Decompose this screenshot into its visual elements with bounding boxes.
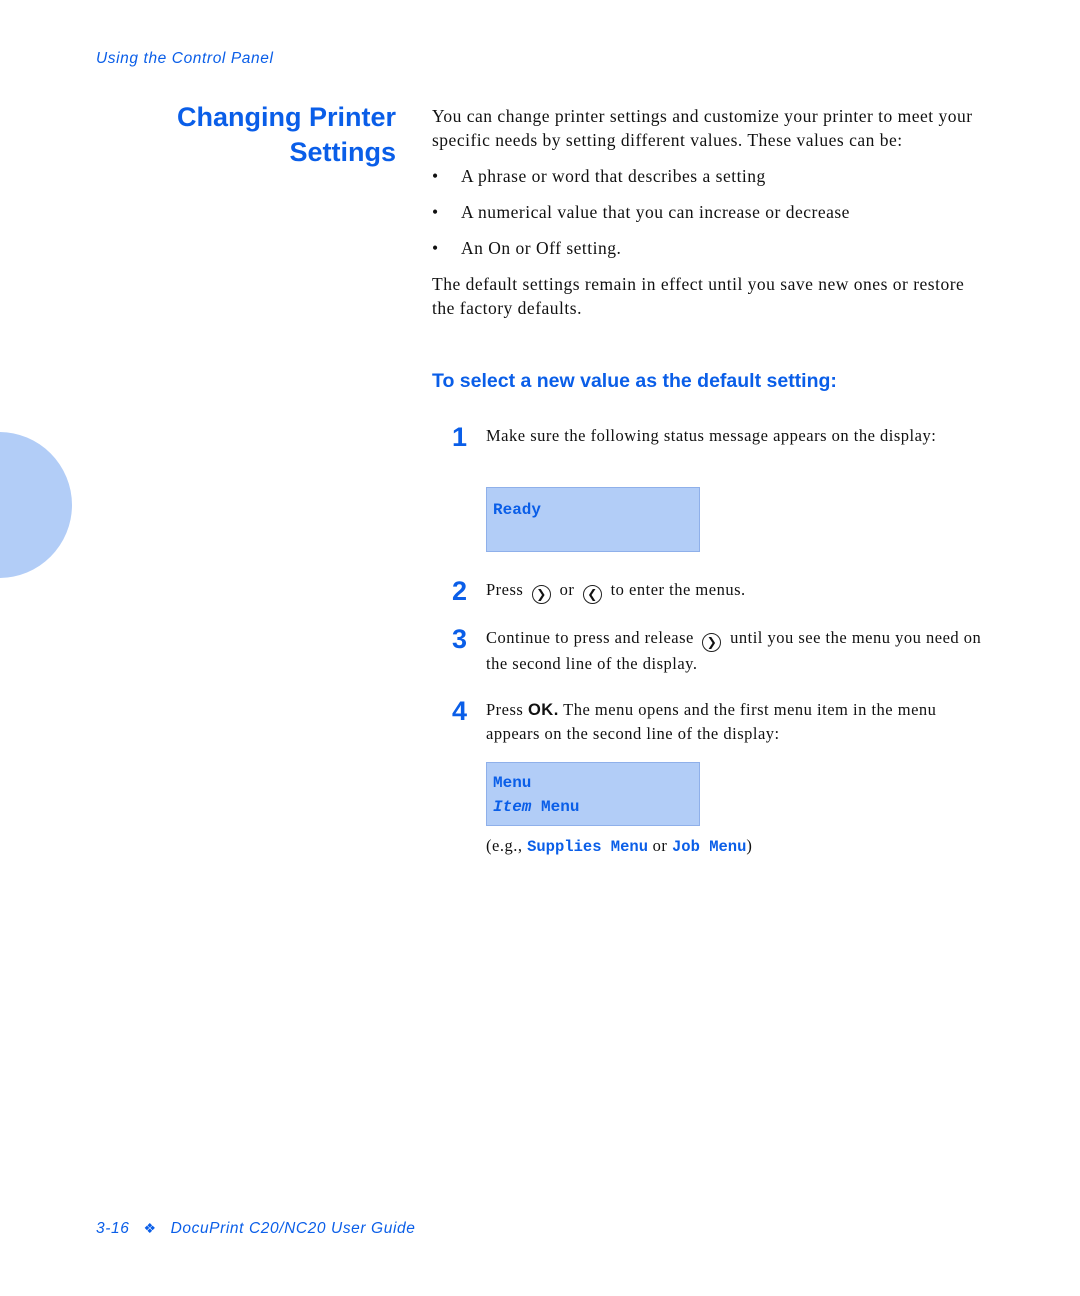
step-3: 3 Continue to press and release ❯ until … [452, 624, 982, 676]
example-supplies-menu: Supplies Menu [527, 838, 648, 856]
lcd-line-2: Item Menu [493, 795, 699, 819]
list-item: • An On or Off setting. [432, 236, 992, 260]
step-text: Continue to press and release ❯ until yo… [486, 626, 982, 676]
lcd-line-1: Menu [493, 774, 532, 792]
right-arrow-button-icon: ❯ [531, 584, 551, 604]
right-arrow-button-icon: ❯ [702, 632, 722, 652]
list-item: • A numerical value that you can increase… [432, 200, 992, 224]
list-item-text: An On or Off setting. [461, 238, 622, 258]
chapter-tab-marker [0, 432, 72, 578]
diamond-separator-icon: ❖ [143, 1220, 157, 1236]
running-header: Using the Control Panel [96, 50, 274, 67]
step-2: 2 Press ❯ or ❮ to enter the menus. [452, 576, 982, 606]
step-text: Make sure the following status message a… [486, 426, 937, 445]
list-item: • A phrase or word that describes a setti… [432, 164, 992, 188]
step-text-part: or [559, 580, 575, 599]
example-note: (e.g., Supplies Menu or Job Menu) [486, 836, 752, 856]
list-item-text: A phrase or word that describes a settin… [461, 166, 766, 186]
ok-key-label: OK. [527, 701, 559, 719]
example-suffix: ) [746, 836, 753, 855]
values-list: • A phrase or word that describes a setti… [432, 164, 992, 260]
step-text: Press OK. The menu opens and the first m… [486, 698, 982, 746]
left-arrow-button-icon: ❮ [582, 584, 602, 604]
list-item-text: A numerical value that you can increase … [461, 202, 850, 222]
bullet-icon: • [432, 202, 439, 222]
step-number: 2 [452, 576, 468, 606]
bullet-icon: • [432, 166, 439, 186]
lcd-line-1: Ready [493, 501, 542, 519]
step-text: Press ❯ or ❮ to enter the menus. [486, 578, 982, 604]
page-title: Changing Printer Settings [100, 100, 396, 170]
step-text-part: Press [486, 700, 524, 719]
step-4: 4 Press OK. The menu opens and the first… [452, 696, 982, 746]
lcd-line-2-rest: Menu [541, 798, 580, 816]
page-footer: 3-16 ❖ DocuPrint C20/NC20 User Guide [96, 1220, 415, 1238]
bullet-icon: • [432, 238, 439, 258]
example-prefix: (e.g., [486, 836, 523, 855]
lcd-display-menu: Menu Item Menu [486, 762, 700, 826]
page-title-line2: Settings [289, 137, 396, 167]
example-connector: or [652, 836, 668, 855]
intro-paragraph: You can change printer settings and cust… [432, 106, 973, 150]
procedure-heading: To select a new value as the default set… [432, 370, 837, 392]
guide-title: DocuPrint C20/NC20 User Guide [170, 1220, 416, 1237]
step-1: 1 Make sure the following status message… [452, 422, 982, 452]
defaults-paragraph: The default settings remain in effect un… [432, 274, 965, 318]
step-number: 3 [452, 624, 468, 654]
step-number: 4 [452, 696, 468, 726]
step-text-part: to enter the menus. [610, 580, 746, 599]
lcd-display-ready: Ready [486, 487, 700, 552]
step-text-part: Continue to press and release [486, 628, 694, 647]
intro-section: You can change printer settings and cust… [432, 104, 992, 320]
step-number: 1 [452, 422, 468, 452]
page-number: 3-16 [96, 1220, 130, 1237]
step-text-part: Press [486, 580, 524, 599]
example-job-menu: Job Menu [672, 838, 747, 856]
page-title-line1: Changing Printer [176, 102, 396, 132]
lcd-line-2-italic: Item [493, 798, 532, 816]
